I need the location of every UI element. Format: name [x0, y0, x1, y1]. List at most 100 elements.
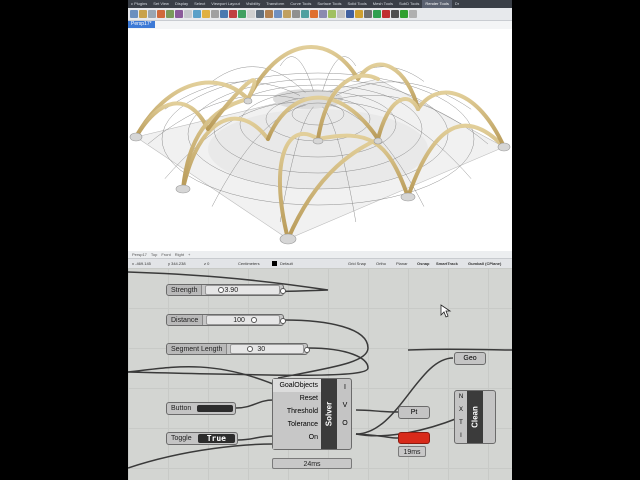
smarttrack-toggle[interactable]: SmartTrack — [436, 259, 458, 268]
solver-input-on[interactable]: On — [273, 431, 321, 444]
tool-icon[interactable] — [346, 10, 354, 18]
ribbon-tab[interactable]: c Plugins — [128, 0, 150, 8]
red-timer: 19ms — [398, 446, 426, 457]
tool-icon[interactable] — [184, 10, 192, 18]
solver-input-goalobjects[interactable]: GoalObjects — [273, 379, 321, 392]
tool-icon[interactable] — [310, 10, 318, 18]
tool-icon[interactable] — [409, 10, 417, 18]
tool-icon[interactable] — [283, 10, 291, 18]
viewport-bottom-tabs: Persp17 Top Front Right + — [128, 251, 512, 258]
tool-icon[interactable] — [319, 10, 327, 18]
layer-swatch[interactable] — [272, 261, 277, 266]
ribbon-tab[interactable]: Surface Tools — [314, 0, 344, 8]
tool-icon[interactable] — [220, 10, 228, 18]
toggle-value[interactable]: True — [197, 434, 235, 443]
ribbon-tab[interactable]: Render Tools — [422, 0, 452, 8]
viewport-tab[interactable]: Right — [175, 252, 184, 257]
kangaroo-solver[interactable]: GoalObjects Reset Threshold Tolerance On Sol… — [272, 378, 352, 450]
toggle-label: Toggle — [171, 435, 192, 442]
planar-toggle[interactable]: Planar — [396, 259, 408, 268]
tool-icon[interactable] — [373, 10, 381, 18]
viewport-tab[interactable]: Top — [151, 252, 157, 257]
grid-snap-toggle[interactable]: Grid Snap — [348, 259, 366, 268]
viewport-tab[interactable]: Persp17 — [132, 252, 147, 257]
tool-icon[interactable] — [202, 10, 210, 18]
tool-icon[interactable] — [247, 10, 255, 18]
mouse-cursor-icon — [440, 304, 452, 318]
tool-icon[interactable] — [229, 10, 237, 18]
tool-icon[interactable] — [301, 10, 309, 18]
viewport-tabbar: Persp17* — [128, 21, 512, 29]
clean-input-i[interactable]: I — [455, 430, 467, 443]
solver-output-v[interactable]: V — [337, 397, 353, 415]
ribbon-tab[interactable]: Set View — [150, 0, 172, 8]
viewport-tab-persp[interactable]: Persp17* — [128, 21, 155, 28]
layer-name[interactable]: Default — [280, 259, 293, 268]
tool-icon[interactable] — [355, 10, 363, 18]
3d-viewport[interactable] — [128, 29, 512, 251]
button-face[interactable] — [197, 405, 233, 412]
solver-output-i[interactable]: I — [337, 379, 353, 397]
ribbon-tab[interactable]: Display — [172, 0, 191, 8]
red-param[interactable] — [398, 432, 430, 444]
segment-length-slider[interactable]: Segment Length 30 — [166, 343, 310, 355]
tool-icon[interactable] — [382, 10, 390, 18]
tool-icon[interactable] — [166, 10, 174, 18]
slider-knob[interactable] — [247, 346, 254, 352]
clean-input-t[interactable]: T — [455, 417, 467, 430]
solver-input-threshold[interactable]: Threshold — [273, 405, 321, 418]
ribbon-tab[interactable]: Visibility — [243, 0, 263, 8]
distance-slider[interactable]: Distance 100 — [166, 314, 286, 326]
strength-track[interactable]: 3.90 — [205, 285, 280, 295]
viewport-tab[interactable]: Front — [161, 252, 170, 257]
strength-slider[interactable]: Strength 3.90 — [166, 284, 286, 296]
clean-input-n[interactable]: N — [455, 391, 467, 404]
tool-icon[interactable] — [256, 10, 264, 18]
clean-component[interactable]: NXTI Clean — [454, 390, 496, 444]
tool-icon[interactable] — [211, 10, 219, 18]
tool-icon[interactable] — [391, 10, 399, 18]
tool-icon[interactable] — [400, 10, 408, 18]
slider-knob[interactable] — [251, 317, 258, 323]
output-grip[interactable] — [304, 347, 310, 353]
button-component[interactable]: Button — [166, 402, 236, 415]
ribbon-tab[interactable]: Dr — [452, 0, 462, 8]
tool-icon[interactable] — [148, 10, 156, 18]
pt-param[interactable]: Pt — [398, 406, 430, 419]
strength-label: Strength — [167, 285, 203, 295]
clean-input-x[interactable]: X — [455, 404, 467, 417]
tool-icon[interactable] — [337, 10, 345, 18]
tool-icon[interactable] — [139, 10, 147, 18]
ribbon-tab[interactable]: Solid Tools — [345, 0, 370, 8]
ribbon-tab[interactable]: Select — [191, 0, 208, 8]
solver-input-reset[interactable]: Reset — [273, 392, 321, 405]
tool-icon[interactable] — [193, 10, 201, 18]
osnap-toggle[interactable]: Osnap — [417, 259, 429, 268]
ribbon-tab[interactable]: Curve Tools — [287, 0, 314, 8]
ribbon-tab[interactable]: Viewport Layout — [208, 0, 243, 8]
viewport-tab[interactable]: + — [188, 252, 190, 257]
tool-icon[interactable] — [292, 10, 300, 18]
tool-icon[interactable] — [130, 10, 138, 18]
solver-input-tolerance[interactable]: Tolerance — [273, 418, 321, 431]
gumball-toggle[interactable]: Gumball (CPlane) — [468, 259, 501, 268]
tool-icon[interactable] — [238, 10, 246, 18]
tool-icon[interactable] — [265, 10, 273, 18]
tool-icon[interactable] — [175, 10, 183, 18]
ribbon-tab[interactable]: SubD Tools — [396, 0, 422, 8]
output-grip[interactable] — [280, 288, 286, 294]
grasshopper-canvas[interactable]: Strength 3.90 Distance 100 Segment Lengt… — [128, 268, 512, 480]
geo-param[interactable]: Geo — [454, 352, 486, 365]
tool-icon[interactable] — [274, 10, 282, 18]
ribbon-tab[interactable]: Mesh Tools — [370, 0, 396, 8]
tool-icon[interactable] — [364, 10, 372, 18]
ortho-toggle[interactable]: Ortho — [376, 259, 386, 268]
distance-track[interactable]: 100 — [206, 315, 280, 325]
segment-length-track[interactable]: 30 — [230, 344, 304, 354]
tool-icon[interactable] — [157, 10, 165, 18]
toggle-component[interactable]: Toggle True — [166, 432, 238, 445]
ribbon-tab[interactable]: Transform — [263, 0, 287, 8]
output-grip[interactable] — [280, 318, 286, 324]
solver-output-o[interactable]: O — [337, 415, 353, 433]
tool-icon[interactable] — [328, 10, 336, 18]
